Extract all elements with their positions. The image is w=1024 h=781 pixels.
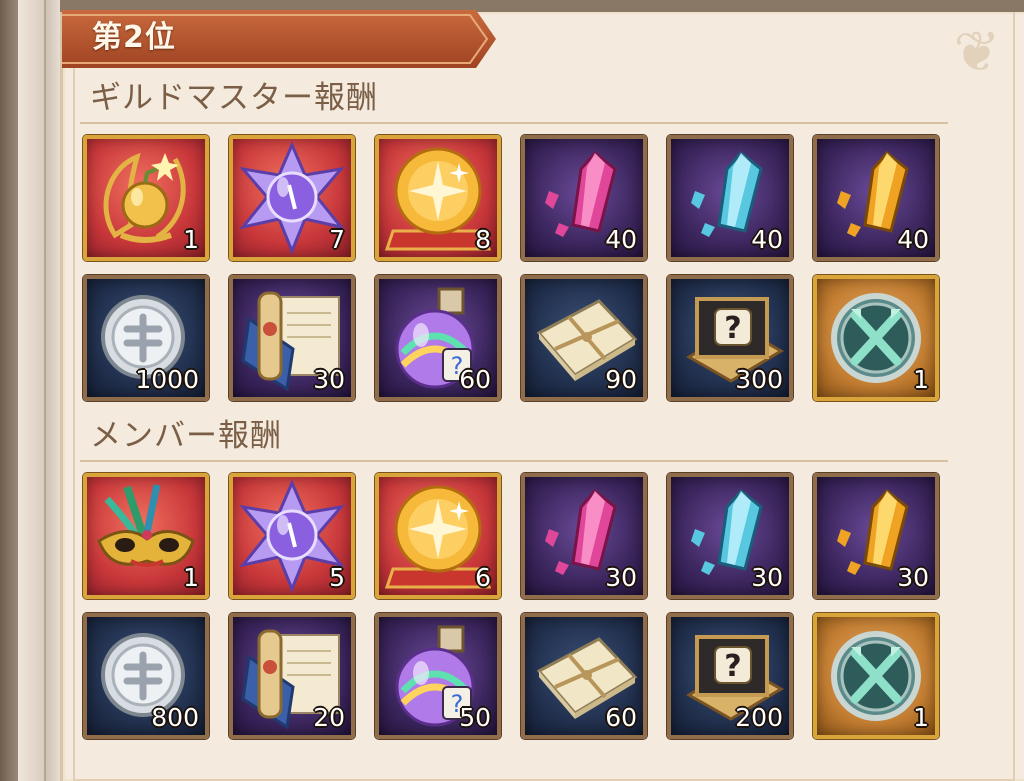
reward-quantity: 60	[459, 365, 491, 394]
rank-banner: 第2位	[62, 10, 496, 68]
reward-quantity: 50	[459, 703, 491, 732]
reward-quantity: 40	[897, 225, 929, 254]
reward-quantity: 200	[735, 703, 783, 732]
reward-quantity: 30	[605, 563, 637, 592]
background-scroll-edge	[0, 0, 60, 781]
reward-item-tile[interactable]: 60	[521, 613, 647, 739]
reward-item-tile[interactable]: 6	[375, 473, 501, 599]
reward-quantity: 40	[605, 225, 637, 254]
reward-quantity: 7	[329, 225, 345, 254]
reward-item-tile[interactable]: ? 300	[667, 275, 793, 401]
reward-quantity: 1	[913, 703, 929, 732]
reward-quantity: 90	[605, 365, 637, 394]
reward-item-tile[interactable]: 800	[83, 613, 209, 739]
reward-item-tile[interactable]: 30	[229, 275, 355, 401]
reward-quantity: 30	[897, 563, 929, 592]
reward-item-tile[interactable]: 8	[375, 135, 501, 261]
reward-quantity: 40	[751, 225, 783, 254]
reward-item-tile[interactable]: 1	[83, 135, 209, 261]
reward-quantity: 1	[183, 563, 199, 592]
reward-quantity: 30	[751, 563, 783, 592]
reward-item-tile[interactable]: 1	[813, 613, 939, 739]
reward-item-tile[interactable]: 1	[813, 275, 939, 401]
reward-quantity: 1	[913, 365, 929, 394]
reward-item-tile[interactable]: 7	[229, 135, 355, 261]
member-reward-title: メンバー報酬	[90, 418, 282, 454]
reward-item-tile[interactable]: 40	[667, 135, 793, 261]
svg-text:?: ?	[724, 649, 741, 684]
reward-quantity: 800	[151, 703, 199, 732]
reward-item-tile[interactable]: 5	[229, 473, 355, 599]
rank-title: 第2位	[92, 20, 176, 55]
reward-quantity: 5	[329, 563, 345, 592]
corner-flourish-icon: ❦	[953, 20, 1001, 85]
reward-quantity: 20	[313, 703, 345, 732]
reward-quantity: 8	[475, 225, 491, 254]
reward-quantity: 6	[475, 563, 491, 592]
reward-item-tile[interactable]: 20	[229, 613, 355, 739]
guild-master-reward-title: ギルドマスター報酬	[90, 80, 378, 116]
reward-item-tile[interactable]: 90	[521, 275, 647, 401]
reward-item-tile[interactable]: 30	[521, 473, 647, 599]
reward-quantity: 30	[313, 365, 345, 394]
section-divider	[80, 460, 948, 462]
reward-quantity: 300	[735, 365, 783, 394]
reward-item-tile[interactable]: 30	[667, 473, 793, 599]
reward-item-tile[interactable]: 1000	[83, 275, 209, 401]
reward-item-tile[interactable]: 40	[521, 135, 647, 261]
reward-item-tile[interactable]: ? 60	[375, 275, 501, 401]
reward-item-tile[interactable]: 30	[813, 473, 939, 599]
reward-quantity: 60	[605, 703, 637, 732]
reward-item-tile[interactable]: 1	[83, 473, 209, 599]
reward-quantity: 1000	[135, 365, 199, 394]
section-divider	[80, 122, 948, 124]
reward-item-tile[interactable]: ? 50	[375, 613, 501, 739]
reward-item-tile[interactable]: 40	[813, 135, 939, 261]
reward-quantity: 1	[183, 225, 199, 254]
svg-text:?: ?	[724, 311, 741, 346]
reward-item-tile[interactable]: ? 200	[667, 613, 793, 739]
